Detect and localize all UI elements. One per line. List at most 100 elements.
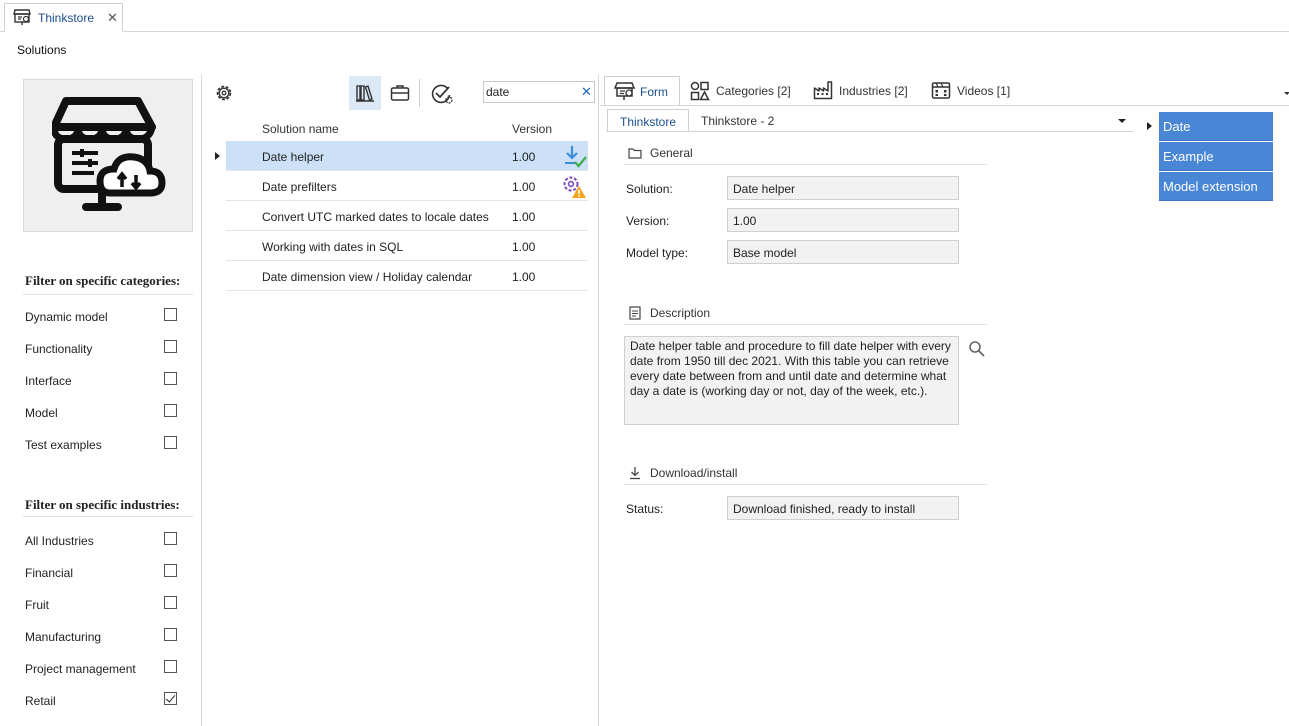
filter-label: All Industries: [25, 534, 94, 548]
toolbar-divider: [419, 79, 420, 107]
industry-filter-item[interactable]: All Industries: [25, 532, 180, 550]
search-input[interactable]: [486, 84, 576, 100]
solution-name-cell: Convert UTC marked dates to locale dates: [262, 210, 489, 224]
table-row[interactable]: Working with dates in SQL 1.00: [226, 231, 588, 261]
category-filter-item[interactable]: Dynamic model: [25, 308, 180, 326]
download-icon: [630, 467, 640, 480]
filter-label: Dynamic model: [25, 310, 108, 324]
thinkstore-logo: [23, 79, 193, 232]
library-button[interactable]: [349, 76, 381, 110]
solution-field[interactable]: Date helper: [727, 176, 959, 200]
settings-button[interactable]: [208, 76, 240, 110]
version-cell: 1.00: [512, 210, 536, 224]
gear-warning-icon: [561, 174, 587, 200]
filter-label: Model: [25, 406, 58, 420]
version-cell: 1.00: [512, 150, 536, 164]
checkbox[interactable]: [164, 340, 177, 353]
checkbox[interactable]: [164, 372, 177, 385]
model-type-value: Base model: [733, 246, 797, 260]
checkbox[interactable]: [164, 532, 177, 545]
filter-label: Interface: [25, 374, 72, 388]
table-row[interactable]: Convert UTC marked dates to locale dates…: [226, 201, 588, 231]
filter-label: Functionality: [25, 342, 93, 356]
briefcase-button[interactable]: [384, 76, 416, 110]
column-header-version[interactable]: Version: [512, 122, 552, 136]
category-list-item[interactable]: Model extension: [1159, 172, 1273, 201]
tab-categories[interactable]: Categories [2]: [690, 76, 800, 106]
settings-gear-icon: [216, 85, 232, 101]
tab-overflow-icon[interactable]: [1284, 92, 1289, 95]
industry-filter-item[interactable]: Project management: [25, 660, 180, 678]
filter-label: Retail: [25, 694, 56, 708]
industry-filter-item[interactable]: Financial: [25, 564, 180, 582]
table-row[interactable]: Date dimension view / Holiday calendar 1.…: [226, 261, 588, 291]
checkbox[interactable]: [164, 564, 177, 577]
description-field[interactable]: Date helper table and procedure to fill …: [624, 336, 959, 425]
clear-search-icon[interactable]: ✕: [581, 84, 592, 100]
subtab-thinkstore-2[interactable]: Thinkstore - 2: [701, 114, 774, 128]
category-filter-item[interactable]: Model: [25, 404, 180, 422]
checkbox[interactable]: [164, 596, 177, 609]
categories-filter-title: Filter on specific categories:: [25, 273, 181, 288]
checkbox[interactable]: [164, 660, 177, 673]
subtab-thinkstore[interactable]: Thinkstore: [607, 109, 689, 132]
category-list-item[interactable]: Example: [1159, 142, 1273, 171]
checkbox[interactable]: [164, 308, 177, 321]
close-tab-icon[interactable]: ✕: [107, 10, 118, 26]
section-title: General: [650, 146, 693, 160]
industry-filter-item[interactable]: Fruit: [25, 596, 180, 614]
divider: [624, 484, 988, 485]
model-type-field[interactable]: Base model: [727, 240, 959, 264]
table-row[interactable]: Date prefilters 1.00: [226, 171, 588, 201]
page-title: Solutions: [17, 43, 67, 57]
search-field[interactable]: ✕: [483, 81, 595, 103]
download-check-icon: [561, 144, 587, 170]
description-text: Date helper table and procedure to fill …: [630, 339, 951, 398]
table-row[interactable]: Date helper 1.00: [226, 141, 588, 171]
shapes-icon: [690, 81, 710, 101]
checkbox[interactable]: [164, 692, 177, 705]
industry-filter-item[interactable]: Retail: [25, 692, 180, 710]
subtab-label: Thinkstore: [620, 115, 677, 129]
category-filter-item[interactable]: Interface: [25, 372, 180, 390]
solution-name-cell: Date prefilters: [262, 180, 337, 194]
document-icon: [629, 306, 641, 320]
filter-label: Financial: [25, 566, 74, 580]
check-settings-button[interactable]: [425, 76, 457, 110]
tab-label: Industries [2]: [839, 84, 908, 98]
checkbox[interactable]: [164, 436, 177, 449]
category-filter-item[interactable]: Test examples: [25, 436, 180, 454]
current-row-indicator: [215, 152, 220, 160]
category-label: Example: [1163, 149, 1214, 164]
category-filter-item[interactable]: Functionality: [25, 340, 180, 358]
divider: [624, 324, 988, 325]
divider: [606, 131, 1133, 132]
search-icon[interactable]: [968, 340, 986, 358]
version-field[interactable]: 1.00: [727, 208, 959, 232]
solution-name-cell: Date dimension view / Holiday calendar: [262, 270, 473, 284]
tab-videos[interactable]: Videos [1]: [931, 76, 1021, 106]
store-icon: [13, 9, 31, 25]
industry-filter-item[interactable]: Manufacturing: [25, 628, 180, 646]
briefcase-icon: [390, 85, 410, 101]
chevron-down-icon[interactable]: [1118, 119, 1126, 123]
tab-label: Form: [640, 85, 668, 99]
checkbox[interactable]: [164, 404, 177, 417]
solution-name-cell: Working with dates in SQL: [262, 240, 404, 254]
category-list-item[interactable]: Date: [1159, 112, 1273, 141]
tab-industries[interactable]: Industries [2]: [813, 76, 918, 106]
tab-thinkstore[interactable]: Thinkstore ✕: [4, 3, 123, 32]
version-cell: 1.00: [512, 240, 536, 254]
tab-form[interactable]: Form: [604, 76, 680, 106]
industries-filter-title: Filter on specific industries:: [25, 497, 180, 512]
current-row-indicator: [1147, 122, 1152, 130]
checkbox[interactable]: [164, 628, 177, 641]
store-cloud-icon: [52, 97, 166, 211]
solution-value: Date helper: [733, 182, 796, 196]
tab-label: Videos [1]: [957, 84, 1011, 98]
folder-icon: [628, 148, 642, 159]
filter-label: Test examples: [25, 438, 102, 452]
tab-label: Categories [2]: [716, 84, 791, 98]
column-header-solution-name[interactable]: Solution name: [262, 122, 339, 136]
status-field[interactable]: Download finished, ready to install: [727, 496, 959, 520]
